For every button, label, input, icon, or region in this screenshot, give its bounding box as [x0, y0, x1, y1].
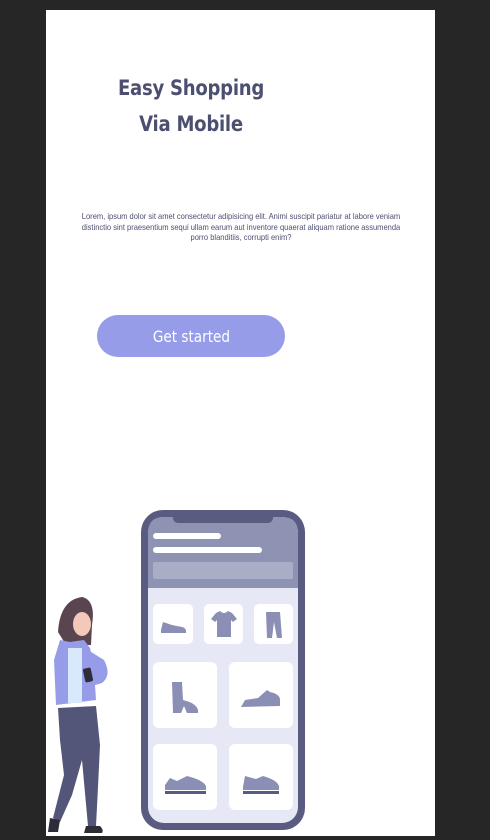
product-card	[229, 662, 293, 728]
header-search-bar	[153, 562, 293, 579]
sneaker-sole	[165, 791, 206, 794]
woman-shoe	[48, 818, 60, 832]
woman-shoe	[84, 826, 103, 833]
get-started-button[interactable]: Get started	[97, 315, 285, 357]
woman-face	[73, 612, 91, 636]
woman-pants	[53, 706, 100, 826]
page-container: Easy Shopping Via Mobile Lorem, ipsum do…	[46, 10, 435, 840]
hero-description: Lorem, ipsum dolor sit amet consectetur …	[81, 211, 401, 243]
hero-title: Easy Shopping Via Mobile	[117, 76, 265, 137]
phone-notch	[173, 512, 273, 523]
woman-illustration	[48, 597, 108, 833]
header-line-1	[153, 533, 221, 539]
shopping-illustration	[48, 510, 305, 833]
running-shoe-sole	[243, 791, 279, 794]
woman-shirt	[68, 648, 82, 703]
product-card	[153, 662, 217, 728]
bottom-strip	[46, 836, 435, 840]
header-line-2	[153, 547, 262, 553]
product-card	[153, 604, 193, 644]
phone-illustration	[141, 510, 305, 830]
get-started-label: Get started	[152, 326, 230, 346]
